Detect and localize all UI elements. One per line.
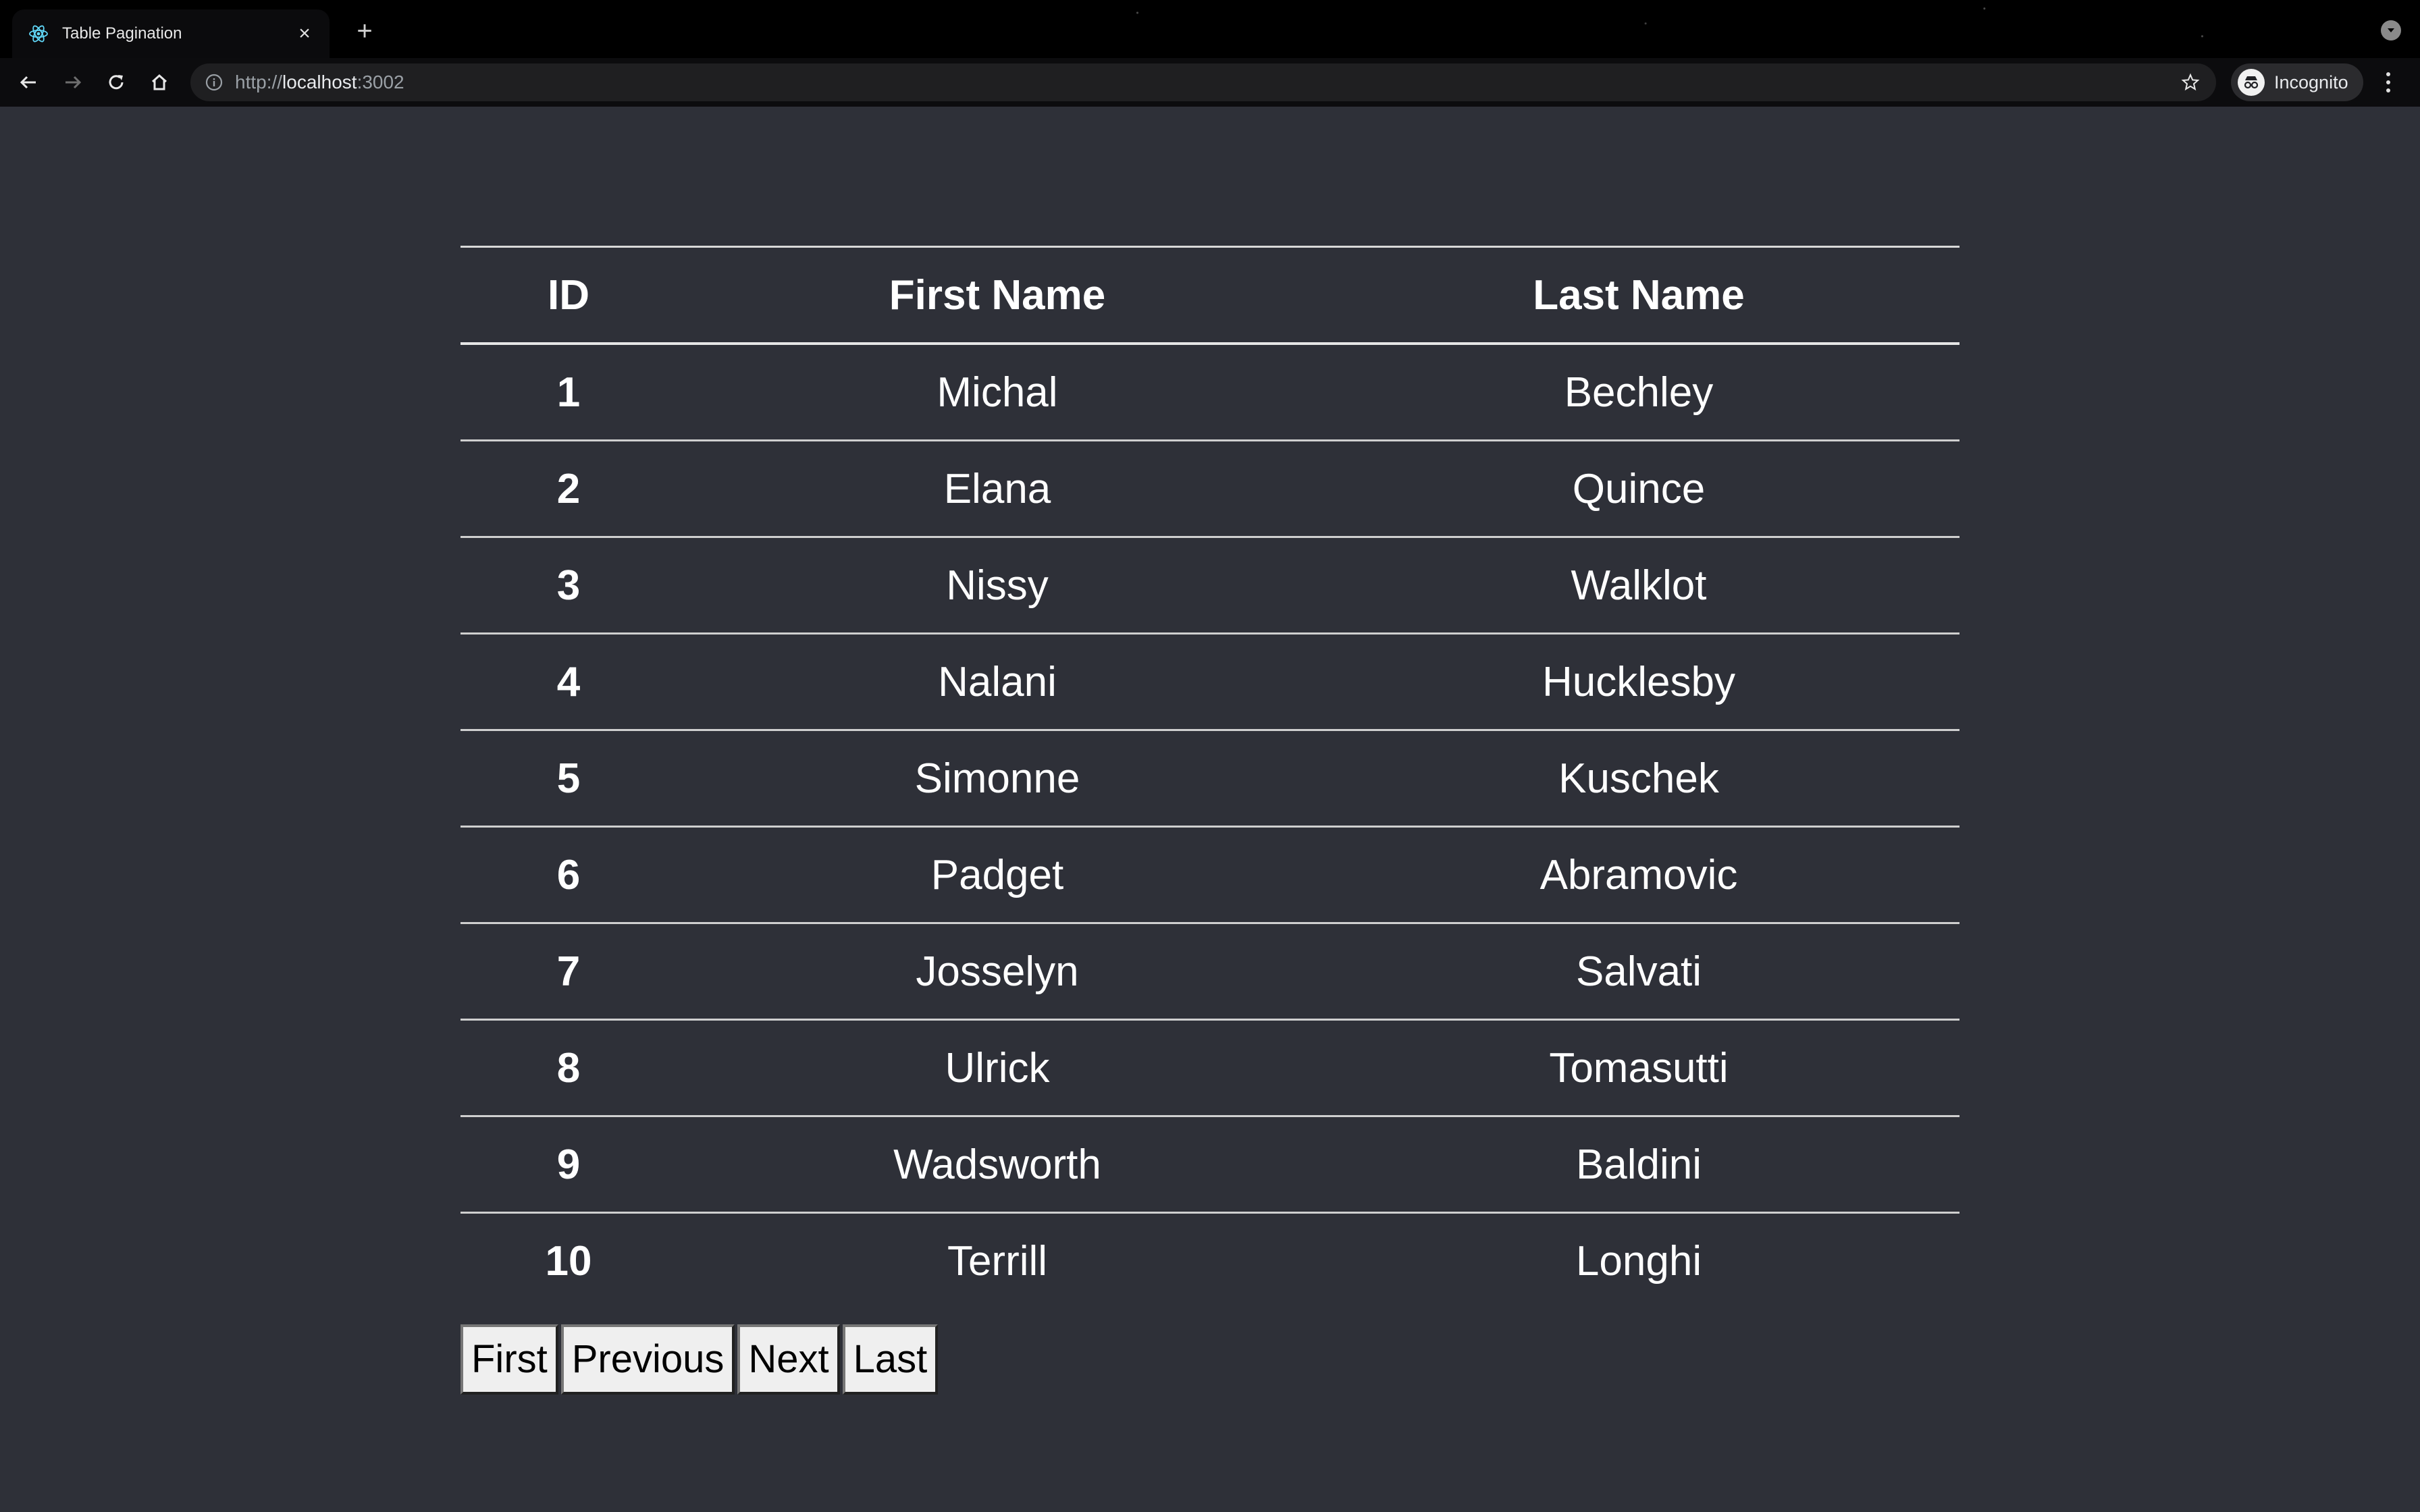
table-header-row: ID First Name Last Name [461, 246, 1959, 345]
cell-id: 8 [461, 1019, 677, 1117]
home-icon[interactable] [144, 68, 174, 97]
cell-first-name: Josselyn [677, 923, 1318, 1021]
chevron-down-icon[interactable] [2381, 20, 2401, 40]
url-port: :3002 [357, 72, 404, 92]
cell-id: 6 [461, 826, 677, 924]
reload-icon[interactable] [101, 68, 131, 97]
column-header-first-name: First Name [677, 246, 1318, 345]
close-icon[interactable]: × [293, 22, 316, 45]
table-row: 8 Ulrick Tomasutti [461, 1019, 1959, 1117]
browser-toolbar: http://localhost:3002 Incognito [0, 58, 2420, 107]
browser-chrome: Table Pagination × + http://localhost:30… [0, 0, 2420, 107]
cell-last-name: Bechley [1318, 344, 1959, 441]
cell-id: 5 [461, 730, 677, 828]
url-text: http://localhost:3002 [235, 72, 404, 93]
previous-page-button[interactable]: Previous [560, 1324, 735, 1395]
url-host: localhost [282, 72, 357, 92]
cell-last-name: Walklot [1318, 537, 1959, 634]
cell-first-name: Nalani [677, 633, 1318, 731]
cell-last-name: Baldini [1318, 1116, 1959, 1214]
cell-last-name: Kuschek [1318, 730, 1959, 828]
pagination-controls: First Previous Next Last [461, 1324, 939, 1395]
cell-first-name: Ulrick [677, 1019, 1318, 1117]
table-row: 1 Michal Bechley [461, 344, 1959, 441]
page-content: ID First Name Last Name 1 Michal Bechley… [0, 107, 2420, 1512]
table-row: 10 Terrill Longhi [461, 1213, 1959, 1309]
cell-first-name: Michal [677, 344, 1318, 441]
table-row: 3 Nissy Walklot [461, 537, 1959, 634]
browser-tab[interactable]: Table Pagination × [12, 9, 330, 58]
info-icon[interactable] [204, 72, 224, 92]
cell-last-name: Quince [1318, 440, 1959, 538]
cell-first-name: Wadsworth [677, 1116, 1318, 1214]
cell-last-name: Salvati [1318, 923, 1959, 1021]
cell-id: 1 [461, 344, 677, 441]
cell-id: 9 [461, 1116, 677, 1214]
first-page-button[interactable]: First [461, 1324, 558, 1395]
cell-last-name: Longhi [1575, 1237, 1702, 1285]
incognito-label: Incognito [2274, 72, 2348, 92]
table-row: 4 Nalani Hucklesby [461, 633, 1959, 731]
column-header-last-name: Last Name [1318, 246, 1959, 345]
next-page-button[interactable]: Next [737, 1324, 840, 1395]
back-arrow-icon[interactable] [14, 68, 43, 97]
cell-id: 2 [461, 440, 677, 538]
table-row: 6 Padget Abramovic [461, 826, 1959, 924]
cell-id: 7 [461, 923, 677, 1021]
react-atom-icon [27, 22, 50, 45]
cell-first-name: Simonne [677, 730, 1318, 828]
incognito-profile-button[interactable]: Incognito [2231, 63, 2363, 101]
table-row: 2 Elana Quince [461, 440, 1959, 538]
new-tab-button[interactable]: + [350, 16, 379, 46]
cell-id: 3 [461, 537, 677, 634]
cell-last-name: Tomasutti [1318, 1019, 1959, 1117]
address-bar[interactable]: http://localhost:3002 [190, 63, 2216, 101]
star-icon[interactable] [2180, 72, 2201, 93]
cell-last-name: Abramovic [1318, 826, 1959, 924]
incognito-icon [2238, 69, 2265, 96]
cell-first-name: Terrill [947, 1237, 1048, 1285]
forward-arrow-icon[interactable] [58, 68, 88, 97]
cell-first-name: Nissy [677, 537, 1318, 634]
cell-first-name: Elana [677, 440, 1318, 538]
cell-id: 10 [545, 1237, 592, 1285]
tab-title: Table Pagination [62, 24, 182, 43]
kebab-menu-icon[interactable] [2378, 66, 2398, 99]
table-row: 5 Simonne Kuschek [461, 730, 1959, 828]
cell-first-name: Padget [677, 826, 1318, 924]
last-page-button[interactable]: Last [842, 1324, 939, 1395]
column-header-id: ID [461, 246, 677, 345]
table-row: 7 Josselyn Salvati [461, 923, 1959, 1021]
cell-id: 4 [461, 633, 677, 731]
cell-last-name: Hucklesby [1318, 633, 1959, 731]
users-table: ID First Name Last Name 1 Michal Bechley… [461, 246, 1959, 1308]
url-scheme: http:// [235, 72, 283, 92]
table-row: 9 Wadsworth Baldini [461, 1116, 1959, 1214]
